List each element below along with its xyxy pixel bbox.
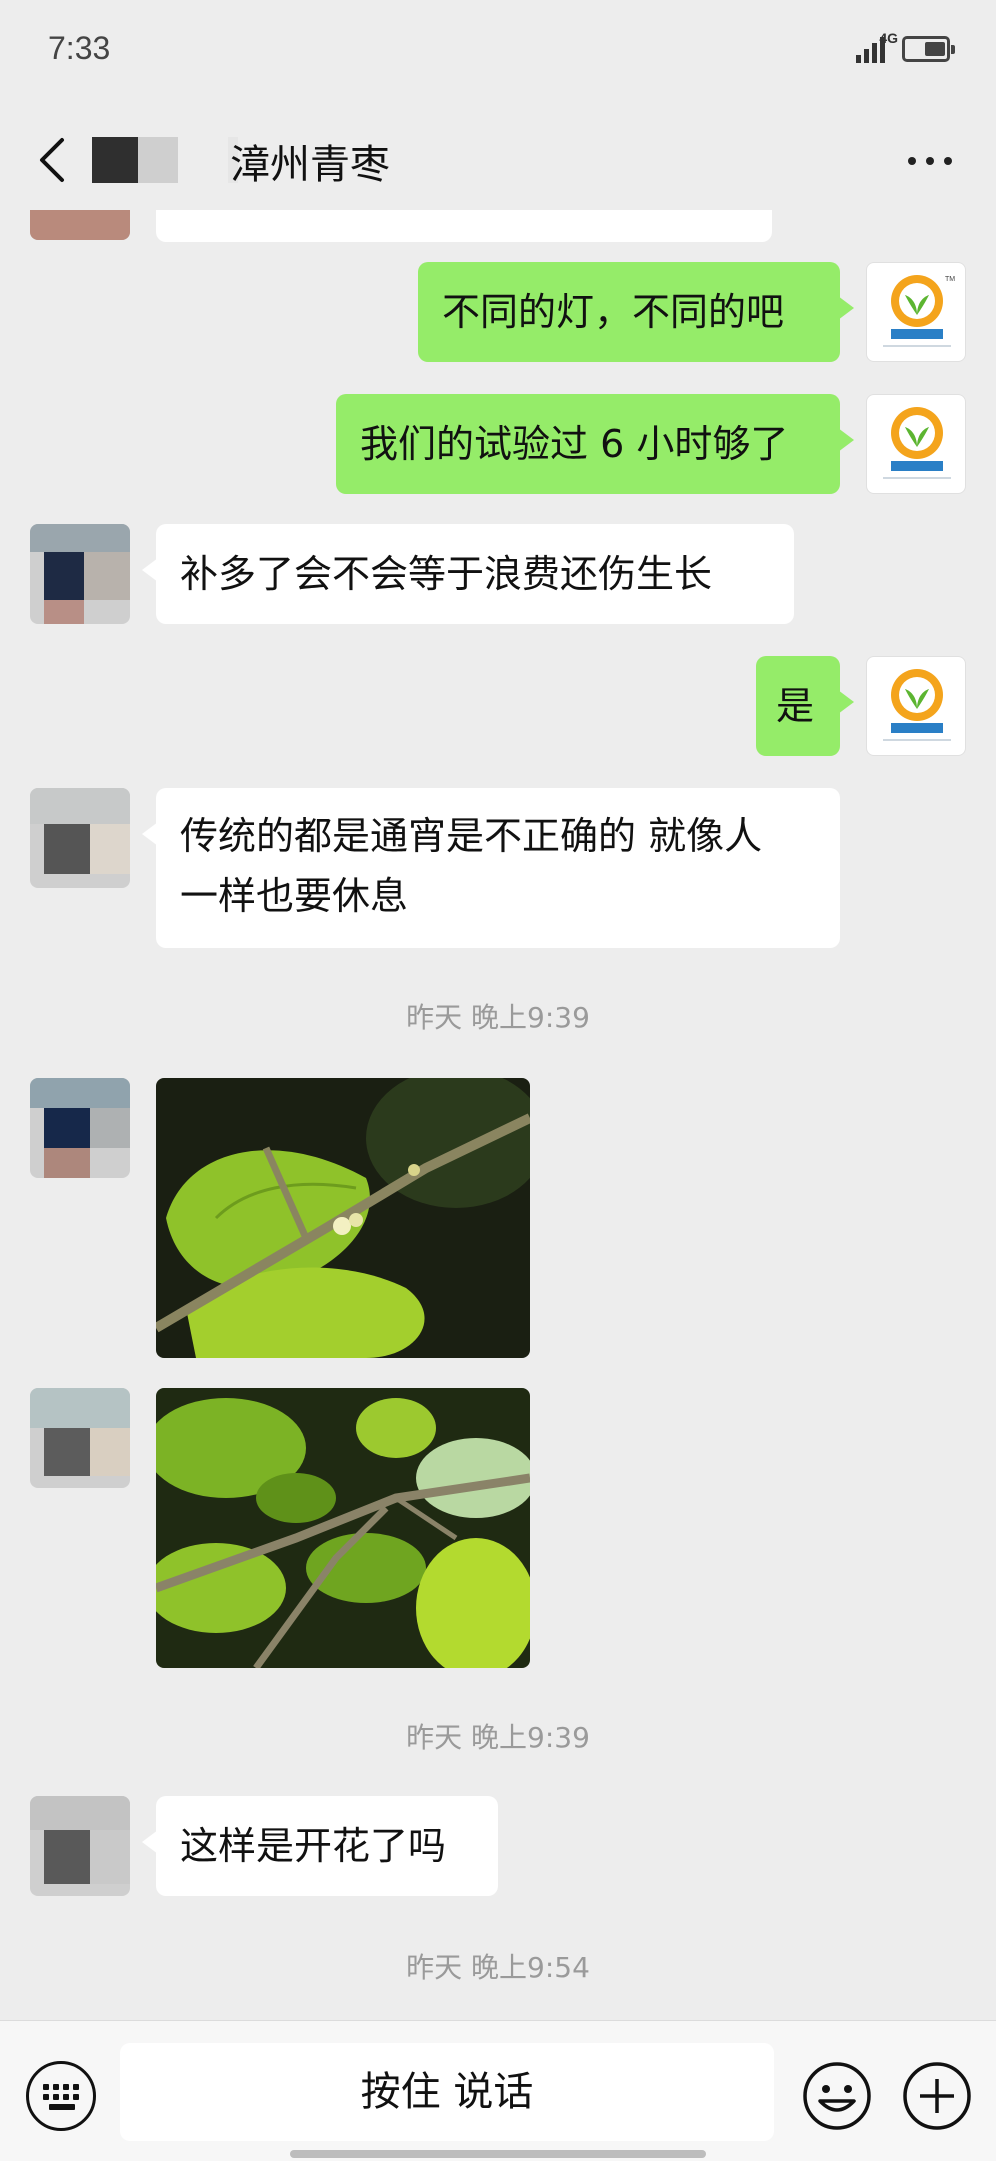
message-bubble-incoming[interactable]: 这样是开花了吗 (142, 1796, 498, 1896)
input-bar: 按住 说话 (0, 2020, 996, 2161)
brand-avatar[interactable] (866, 656, 966, 756)
avatar[interactable] (30, 1796, 130, 1896)
back-button[interactable] (30, 132, 80, 188)
more-button[interactable] (900, 146, 960, 176)
message-bubble-outgoing[interactable]: 我们的试验过 6 小时够了 (336, 394, 854, 494)
message-bubble-incoming[interactable]: 补多了会不会等于浪费还伤生长 (142, 524, 794, 624)
message-bubble-incoming[interactable]: 传统的都是通宵是不正确的 就像人 一样也要休息 (142, 788, 840, 948)
message-line: 一样也要休息 (180, 874, 409, 918)
brand-avatar[interactable] (866, 394, 966, 494)
status-bar: 7:33 4G (0, 0, 996, 100)
timestamp: 昨天 晚上9:39 (406, 1721, 590, 1754)
message-line: 传统的都是通宵是不正确的 就像人 (180, 814, 763, 858)
photo-message[interactable] (156, 1388, 530, 1668)
emoji-button[interactable] (802, 2061, 872, 2131)
plant-photo-2 (156, 1388, 530, 1668)
svg-text:TM: TM (945, 276, 955, 283)
hold-to-talk-button[interactable]: 按住 说话 (120, 2043, 774, 2141)
battery-icon (902, 36, 955, 62)
brand-avatar[interactable]: TM (866, 262, 966, 362)
avatar[interactable] (30, 210, 130, 240)
lightbulb-sprout-logo-icon (883, 669, 951, 741)
timestamp: 昨天 晚上9:39 (406, 1001, 590, 1034)
plant-photo-1 (156, 1078, 530, 1358)
message-bubble-outgoing[interactable]: 是 (756, 656, 854, 756)
emoji-icon (803, 2062, 871, 2130)
timestamp: 昨天 晚上9:54 (406, 1951, 590, 1984)
keyboard-button[interactable] (26, 2061, 96, 2131)
message-bubble-outgoing[interactable]: 不同的灯，不同的吧 (418, 262, 854, 362)
signal-icon (856, 37, 886, 63)
lightbulb-sprout-logo-icon (883, 407, 951, 479)
home-indicator[interactable] (290, 2150, 706, 2158)
message-bubble-partial[interactable] (156, 210, 772, 242)
photo-message[interactable] (156, 1078, 530, 1358)
chat-title: 漳州青枣 (230, 142, 390, 188)
message-list[interactable]: 不同的灯，不同的吧 TM 我们的试验过 6 小时够了 补多了会不会等于浪费还伤生 (0, 210, 996, 2020)
plus-icon (903, 2062, 971, 2130)
avatar[interactable] (30, 524, 130, 624)
chevron-left-icon (40, 138, 64, 182)
avatar[interactable] (30, 1078, 130, 1178)
avatar[interactable] (30, 1388, 130, 1488)
status-time: 7:33 (48, 30, 111, 66)
more-dots-icon (908, 157, 916, 165)
lightbulb-sprout-logo-icon: TM (883, 275, 955, 347)
plus-button[interactable] (902, 2061, 972, 2131)
avatar[interactable] (30, 788, 130, 888)
